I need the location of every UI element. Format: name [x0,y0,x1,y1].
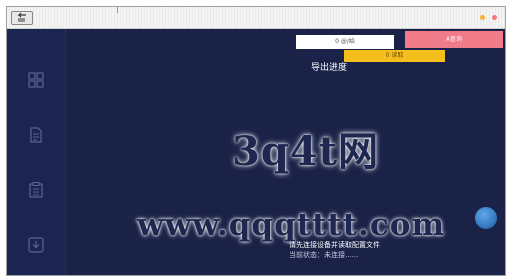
close-button[interactable] [492,15,497,20]
instruction-text: 请先连接设备并读取配置文件 [289,241,380,249]
read-button[interactable]: 0 读取 [344,50,445,62]
title-bar [7,7,505,29]
brand-watermark: 3q4t网 [232,128,380,175]
title-divider [117,7,118,13]
minimize-button[interactable] [480,15,485,20]
app-window: 0 @/始 A查询 0 读取 导出进度 3q4t网 www.qqqtttt.co… [6,6,506,276]
url-watermark: www.qqqtttt.com [137,207,446,243]
document-icon[interactable] [27,126,45,144]
query-button[interactable]: A查询 [405,31,503,48]
grid-icon[interactable] [27,71,45,89]
connection-status-text: 当前状态：未连接...... [289,251,359,259]
white-action-button[interactable]: 0 @/始 [296,35,394,49]
back-arrow-icon[interactable] [11,11,33,25]
floating-assistant-icon[interactable] [475,207,497,229]
clipboard-list-icon[interactable] [27,181,45,199]
download-box-icon[interactable] [27,236,45,254]
sidebar [7,29,66,275]
export-progress-label: 导出进度 [311,63,348,73]
